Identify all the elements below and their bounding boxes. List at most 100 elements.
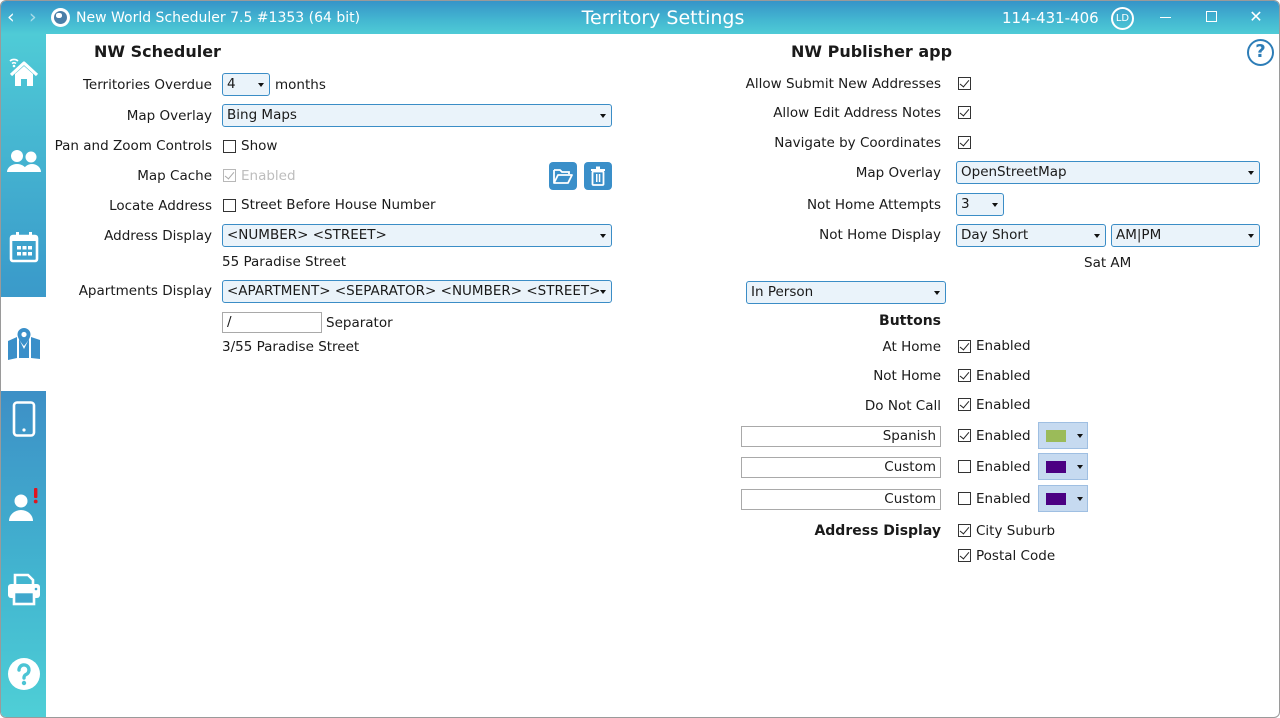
not-home-attempts-value: 3: [961, 196, 970, 212]
separator-input[interactable]: /: [222, 312, 322, 333]
sidebar-item-calendar[interactable]: [1, 217, 46, 277]
title-bar: ‹ › New World Scheduler 7.5 #1353 (64 bi…: [1, 1, 1279, 34]
at-home-label: At Home: [882, 339, 941, 355]
allow-submit-checkbox[interactable]: [958, 77, 971, 90]
pan-zoom-checkbox[interactable]: [223, 140, 236, 153]
apartments-display-label: Apartments Display: [78, 283, 212, 299]
chevron-down-icon: [1077, 434, 1083, 438]
at-home-checkbox-label[interactable]: Enabled: [976, 337, 1031, 355]
custom-button-color-picker[interactable]: [1038, 422, 1088, 449]
custom-button-enabled-label[interactable]: Enabled: [976, 427, 1031, 445]
address-display-value: <NUMBER> <STREET>: [227, 227, 387, 243]
sidebar-item-help[interactable]: [1, 644, 46, 704]
custom-button-enabled-label[interactable]: Enabled: [976, 490, 1031, 508]
allow-edit-notes-label: Allow Edit Address Notes: [773, 105, 941, 121]
address-display-label: Address Display: [104, 228, 212, 244]
postal-code-label[interactable]: Postal Code: [976, 547, 1055, 565]
close-button[interactable]: ✕: [1241, 5, 1271, 29]
contact-mode-select[interactable]: In Person: [746, 281, 946, 304]
publisher-map-overlay-label: Map Overlay: [855, 165, 941, 181]
map-overlay-select[interactable]: Bing Maps: [222, 104, 612, 127]
contact-mode-value: In Person: [751, 284, 814, 300]
sidebar-item-user-alert[interactable]: [1, 474, 46, 534]
sidebar: [1, 34, 46, 717]
navigate-coords-label: Navigate by Coordinates: [774, 135, 941, 151]
chevron-down-icon: [600, 114, 606, 118]
clear-cache-button[interactable]: [584, 162, 612, 190]
months-label: months: [275, 77, 326, 93]
people-icon: [6, 150, 41, 172]
at-home-checkbox[interactable]: [958, 340, 971, 353]
publisher-address-display-heading: Address Display: [814, 523, 941, 539]
allow-submit-label: Allow Submit New Addresses: [745, 76, 941, 92]
help-button[interactable]: ?: [1247, 39, 1274, 66]
custom-button-enabled-checkbox[interactable]: [958, 460, 971, 473]
custom-button-name-input[interactable]: Custom: [741, 489, 941, 510]
city-suburb-checkbox[interactable]: [958, 524, 971, 537]
custom-button-enabled-checkbox[interactable]: [958, 492, 971, 505]
navigate-coords-checkbox[interactable]: [958, 136, 971, 149]
not-home-display-label: Not Home Display: [819, 227, 941, 243]
address-display-select[interactable]: <NUMBER> <STREET>: [222, 224, 612, 247]
city-suburb-label[interactable]: City Suburb: [976, 522, 1055, 540]
custom-button-color-picker[interactable]: [1038, 453, 1088, 480]
folder-open-icon: [553, 169, 573, 184]
mobile-phone-icon: [12, 401, 35, 437]
scheduler-heading: NW Scheduler: [94, 42, 221, 61]
not-home-display-preview: Sat AM: [1084, 255, 1132, 271]
minimize-button[interactable]: [1150, 5, 1180, 29]
sidebar-item-people[interactable]: [1, 132, 46, 192]
chevron-down-icon: [934, 291, 940, 295]
publisher-map-overlay-value: OpenStreetMap: [961, 164, 1067, 180]
map-overlay-value: Bing Maps: [227, 107, 297, 123]
territories-overdue-select[interactable]: 4: [222, 73, 270, 96]
territories-overdue-value: 4: [227, 76, 236, 92]
not-home-time-select[interactable]: AM|PM: [1111, 224, 1260, 247]
open-cache-folder-button[interactable]: [549, 162, 577, 190]
do-not-call-label: Do Not Call: [864, 398, 941, 414]
publisher-map-overlay-select[interactable]: OpenStreetMap: [956, 161, 1260, 184]
color-swatch: [1046, 493, 1066, 505]
sidebar-item-home[interactable]: [1, 42, 46, 102]
apartments-display-select[interactable]: <APARTMENT> <SEPARATOR> <NUMBER> <STREET…: [222, 280, 612, 303]
chevron-down-icon: [600, 290, 606, 294]
maximize-icon: [1205, 10, 1217, 22]
app-window: ‹ › New World Scheduler 7.5 #1353 (64 bi…: [0, 0, 1280, 718]
avatar[interactable]: LD: [1111, 7, 1134, 30]
do-not-call-checkbox-label[interactable]: Enabled: [976, 396, 1031, 414]
street-before-house-checkbox[interactable]: [223, 199, 236, 212]
not-home-label: Not Home: [873, 368, 941, 384]
postal-code-checkbox[interactable]: [958, 549, 971, 562]
do-not-call-checkbox[interactable]: [958, 398, 971, 411]
chevron-down-icon: [992, 203, 998, 207]
buttons-heading: Buttons: [879, 313, 941, 329]
sidebar-item-territories[interactable]: [1, 297, 46, 391]
not-home-checkbox-label[interactable]: Enabled: [976, 367, 1031, 385]
allow-edit-notes-checkbox[interactable]: [958, 106, 971, 119]
custom-button-name-input[interactable]: Custom: [741, 457, 941, 478]
not-home-attempts-select[interactable]: 3: [956, 193, 1004, 216]
map-cache-checkbox: [223, 169, 236, 182]
map-overlay-label: Map Overlay: [126, 108, 212, 124]
not-home-checkbox[interactable]: [958, 369, 971, 382]
not-home-time-value: AM|PM: [1116, 227, 1162, 243]
color-swatch: [1046, 430, 1066, 442]
pan-zoom-checkbox-label[interactable]: Show: [241, 137, 277, 155]
map-cache-label: Map Cache: [137, 168, 212, 184]
chevron-down-icon: [1248, 171, 1254, 175]
street-before-house-label[interactable]: Street Before House Number: [241, 196, 436, 214]
not-home-day-value: Day Short: [961, 227, 1029, 243]
not-home-attempts-label: Not Home Attempts: [806, 197, 941, 213]
help-icon: [7, 658, 40, 690]
sidebar-item-print[interactable]: [1, 559, 46, 619]
custom-button-enabled-checkbox[interactable]: [958, 429, 971, 442]
not-home-day-select[interactable]: Day Short: [956, 224, 1106, 247]
custom-button-color-picker[interactable]: [1038, 485, 1088, 512]
chevron-down-icon: [1077, 497, 1083, 501]
address-display-preview: 55 Paradise Street: [222, 254, 347, 270]
sidebar-item-mobile[interactable]: [1, 389, 46, 449]
custom-button-enabled-label[interactable]: Enabled: [976, 458, 1031, 476]
maximize-button[interactable]: [1196, 5, 1226, 29]
trash-icon: [591, 166, 605, 186]
custom-button-name-input[interactable]: Spanish: [741, 426, 941, 447]
